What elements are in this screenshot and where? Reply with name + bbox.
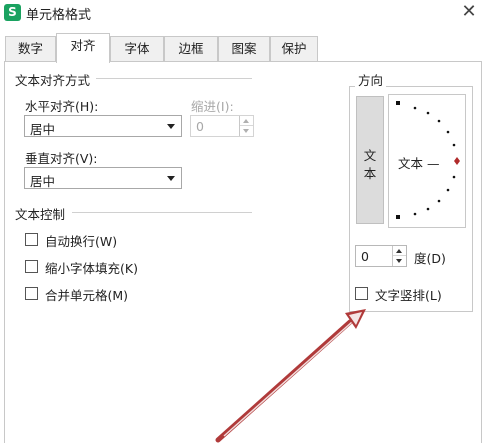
dial-text: 文本 —: [398, 156, 440, 171]
spin-up-icon[interactable]: [393, 246, 406, 256]
close-button[interactable]: ✕: [459, 2, 479, 22]
tab-alignment[interactable]: 对齐: [56, 33, 110, 63]
vertical-text-button[interactable]: 文 本: [356, 96, 384, 224]
merge-cells-label: 合并单元格(M): [45, 288, 129, 303]
title-bar: S 单元格格式 ✕: [0, 0, 489, 32]
tab-border[interactable]: 边框: [164, 36, 218, 62]
merge-cells-option[interactable]: 合并单元格(M): [25, 285, 155, 303]
vertical-text-char: 本: [363, 166, 377, 181]
vertical-align-value: 居中: [30, 174, 56, 189]
indent-spin-buttons: [239, 116, 253, 136]
degrees-spin-buttons: [392, 246, 406, 266]
degrees-value: 0: [361, 249, 369, 264]
indent-value: 0: [196, 119, 204, 134]
degrees-label: 度(D): [414, 251, 446, 266]
chevron-down-icon: [167, 124, 175, 129]
vertical-align-label: 垂直对齐(V):: [25, 151, 98, 166]
shrink-to-fit-label: 缩小字体填充(K): [45, 261, 138, 276]
horizontal-align-label: 水平对齐(H):: [25, 99, 99, 114]
tab-number[interactable]: 数字: [5, 36, 56, 62]
shrink-to-fit-checkbox[interactable]: [25, 260, 38, 273]
chevron-down-icon: [167, 176, 175, 181]
indent-stepper[interactable]: 0: [190, 115, 254, 137]
tab-font[interactable]: 字体: [110, 36, 164, 62]
merge-cells-checkbox[interactable]: [25, 287, 38, 300]
horizontal-align-value: 居中: [30, 122, 56, 137]
spin-up-icon[interactable]: [240, 116, 253, 126]
divider: [72, 212, 252, 213]
text-alignment-heading: 文本对齐方式: [15, 70, 91, 89]
degrees-stepper[interactable]: 0: [355, 245, 407, 267]
divider: [96, 78, 252, 79]
dialog-title: 单元格格式: [26, 8, 92, 23]
orientation-heading: 方向: [355, 70, 387, 89]
spin-down-icon[interactable]: [240, 126, 253, 136]
vertical-align-select[interactable]: 居中: [24, 167, 182, 189]
horizontal-align-select[interactable]: 居中: [24, 115, 182, 137]
wrap-text-checkbox[interactable]: [25, 233, 38, 246]
vertical-text-char: 文: [363, 148, 377, 163]
vertical-text-option[interactable]: 文字竖排(L): [355, 285, 465, 303]
wrap-text-option[interactable]: 自动换行(W): [25, 231, 155, 249]
tab-bar: 数字 对齐 字体 边框 图案 保护: [0, 32, 489, 63]
tab-pattern[interactable]: 图案: [218, 36, 270, 62]
wrap-text-label: 自动换行(W): [45, 234, 118, 249]
wps-sheet-icon: S: [4, 4, 21, 21]
orientation-dial[interactable]: 文本 —: [388, 94, 466, 228]
vertical-text-option-label: 文字竖排(L): [375, 288, 442, 303]
shrink-to-fit-option[interactable]: 缩小字体填充(K): [25, 258, 165, 276]
vertical-text-checkbox[interactable]: [355, 287, 368, 300]
text-control-heading: 文本控制: [15, 204, 66, 223]
indent-label: 缩进(I):: [191, 99, 234, 114]
tab-protection[interactable]: 保护: [270, 36, 318, 62]
spin-down-icon[interactable]: [393, 256, 406, 266]
